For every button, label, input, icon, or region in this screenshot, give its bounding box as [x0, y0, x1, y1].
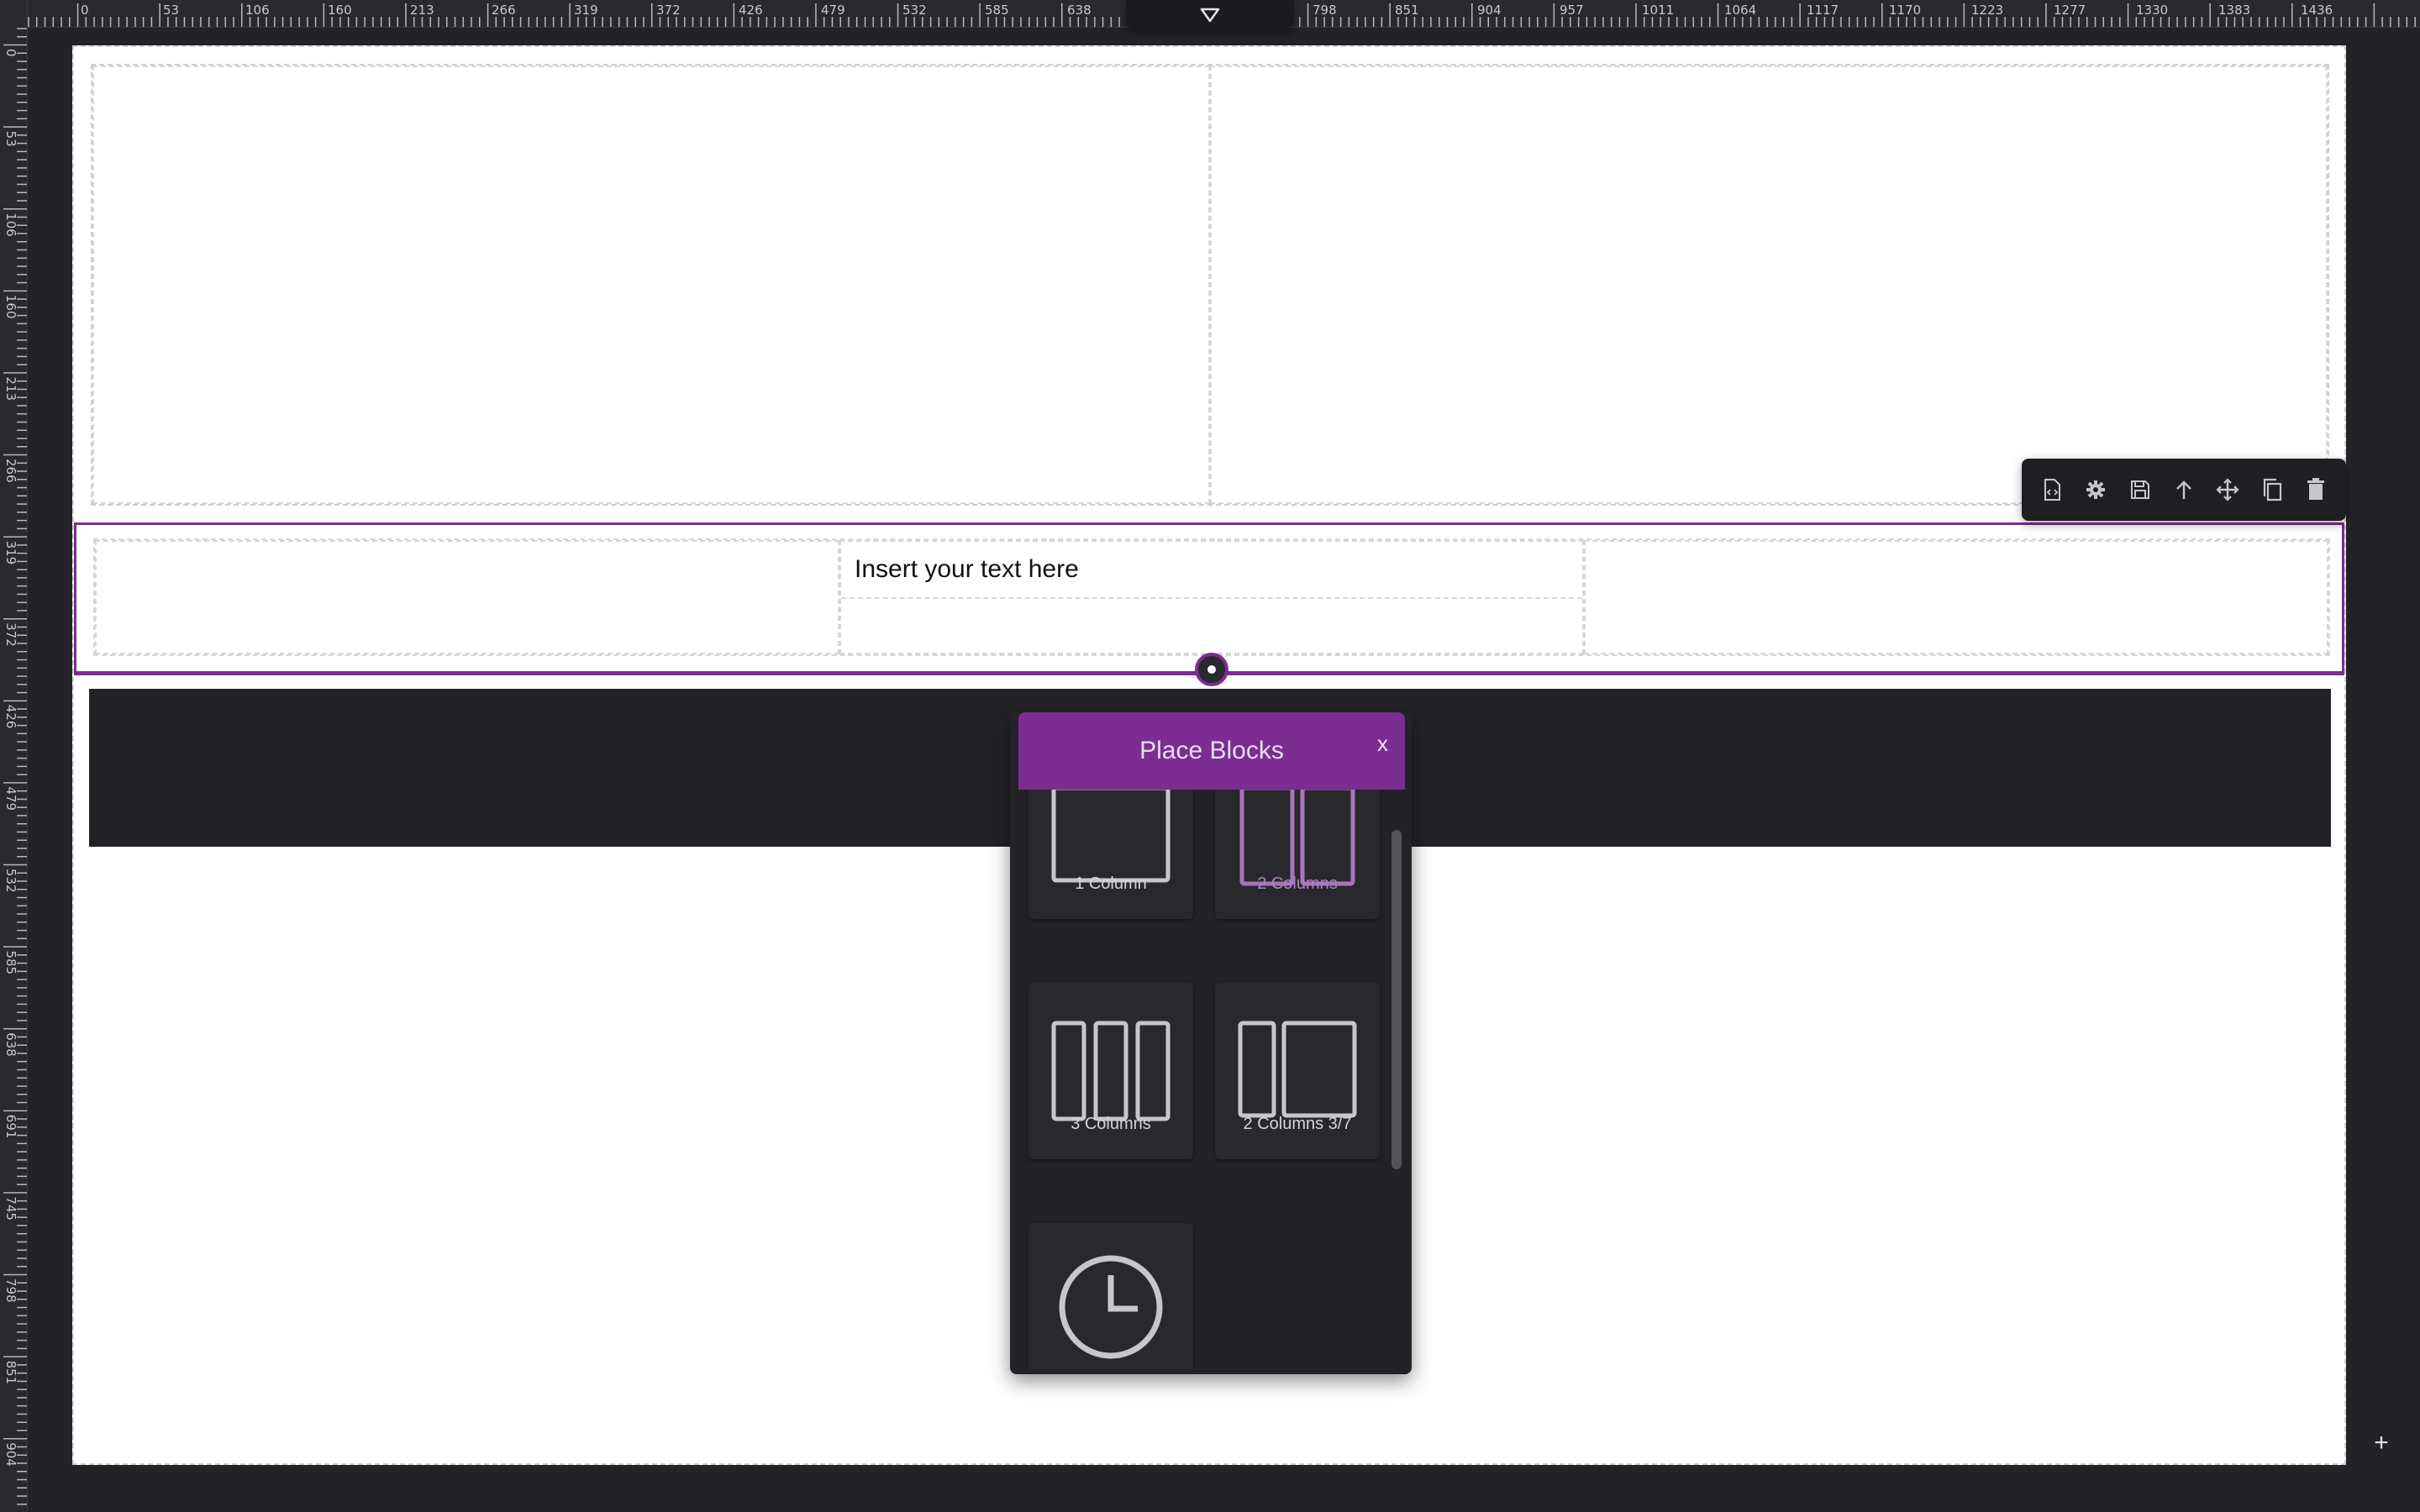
tile-label: 3 Columns — [1071, 1115, 1151, 1133]
ruler-label: 319 — [3, 541, 18, 565]
ruler-label: 798 — [3, 1278, 18, 1303]
ruler-label: 106 — [245, 3, 270, 18]
ruler-label: 638 — [1067, 3, 1092, 18]
move-up-button[interactable] — [2167, 473, 2201, 507]
place-blocks-modal: Place Blocks x 1 Column 2 Columns 3 Colu… — [1010, 712, 1412, 1374]
ruler-label: 1064 — [1724, 3, 1756, 18]
close-button[interactable]: x — [1377, 731, 1388, 757]
ruler-label: 479 — [821, 3, 845, 18]
ruler-label: 213 — [3, 376, 18, 401]
modal-title: Place Blocks — [1139, 737, 1284, 764]
left-ruler-ticks: 0 53 106 160 213 266 319 372 426 479 532 585 638 691 7… — [3, 28, 27, 1505]
tile-label: 2 Columns 3/7 — [1243, 1115, 1352, 1133]
gear-icon — [2086, 480, 2106, 499]
ruler-label: 319 — [574, 3, 598, 18]
one-column-icon — [1051, 790, 1171, 883]
ruler-label: 372 — [656, 3, 681, 18]
save-button[interactable] — [2123, 473, 2157, 507]
settings-button[interactable] — [2079, 473, 2112, 507]
block-tile-2-columns-3-7[interactable]: 2 Columns 3/7 — [1215, 983, 1380, 1159]
ruler-label: 691 — [3, 1115, 18, 1139]
ruler-label: 1011 — [1642, 3, 1674, 18]
text-block[interactable]: Insert your text here — [841, 542, 1582, 599]
code-icon — [2044, 479, 2061, 501]
ruler-label: 213 — [410, 3, 434, 18]
ruler-label: 160 — [3, 295, 18, 319]
drag-button[interactable] — [2211, 473, 2244, 507]
block-tile-2-columns[interactable]: 2 Columns — [1215, 790, 1380, 919]
ruler-label: 266 — [3, 459, 18, 483]
ruler-label: 745 — [3, 1196, 18, 1221]
copy-icon — [2263, 478, 2281, 501]
ruler-label: 1223 — [1971, 3, 2003, 18]
column-cell[interactable]: Insert your text here — [839, 540, 1584, 654]
ruler-label: 798 — [1313, 3, 1337, 18]
add-button[interactable]: + — [2366, 1428, 2396, 1458]
arrow-up-icon — [2176, 480, 2191, 499]
selected-row[interactable]: Insert your text here — [74, 522, 2344, 674]
two-column-row[interactable] — [91, 64, 2329, 506]
ruler-label: 957 — [1560, 3, 1584, 18]
column-cell[interactable] — [1584, 540, 2328, 654]
chevron-down-icon — [1200, 8, 1220, 23]
three-column-row[interactable]: Insert your text here — [93, 538, 2330, 656]
ruler-label: 1277 — [2054, 3, 2086, 18]
column-cell[interactable] — [1210, 66, 2328, 504]
block-tile-clock[interactable] — [1028, 1223, 1193, 1369]
modal-header: Place Blocks x — [1018, 712, 1405, 790]
ruler-label: 904 — [1477, 3, 1502, 18]
trash-icon — [2307, 478, 2324, 500]
ruler-label: 479 — [3, 786, 18, 811]
block-tile-1-column[interactable]: 1 Column — [1028, 790, 1193, 919]
block-toolbar — [2022, 459, 2346, 521]
ruler-label: 1383 — [2218, 3, 2250, 18]
ruler-label: 106 — [3, 213, 18, 237]
two-columns-icon — [1239, 790, 1355, 886]
left-ruler: 0 53 106 160 213 266 319 372 426 479 532 585 638 691 7… — [0, 0, 28, 1512]
block-tile-3-columns[interactable]: 3 Columns — [1028, 983, 1193, 1159]
ruler-label: 532 — [902, 3, 927, 18]
tile-label: 1 Column — [1075, 874, 1147, 893]
ruler-label: 1170 — [1889, 3, 1921, 18]
ruler-label: 372 — [3, 622, 18, 647]
code-button[interactable] — [2035, 473, 2069, 507]
ruler-label: 904 — [3, 1442, 18, 1467]
clock-icon — [1059, 1255, 1163, 1359]
ruler-label: 266 — [492, 3, 516, 18]
save-icon — [2130, 480, 2149, 499]
ruler-label: 1117 — [1807, 3, 1839, 18]
ruler-label: 851 — [3, 1361, 18, 1385]
ruler-label: 0 — [3, 49, 18, 57]
panel-toggle-button[interactable] — [1126, 0, 1294, 30]
ruler-label: 638 — [3, 1032, 18, 1057]
ruler-label: 532 — [3, 869, 18, 893]
ruler-label: 585 — [985, 3, 1009, 18]
column-cell[interactable] — [92, 66, 1210, 504]
ruler-label: 160 — [328, 3, 352, 18]
block-list: 1 Column 2 Columns 3 Columns 2 Columns 3… — [1018, 790, 1388, 1369]
tile-label: 2 Columns — [1257, 874, 1338, 893]
move-icon — [2216, 478, 2239, 501]
ruler-label: 426 — [739, 3, 763, 18]
insert-point-handle[interactable] — [1195, 653, 1228, 686]
modal-scrollbar[interactable] — [1392, 830, 1402, 1169]
ruler-label: 1436 — [2301, 3, 2333, 18]
ruler-label: 0 — [81, 3, 89, 18]
column-cell[interactable] — [95, 540, 839, 654]
ruler-label: 426 — [3, 705, 18, 729]
ruler-label: 851 — [1395, 3, 1419, 18]
ruler-label: 585 — [3, 951, 18, 975]
ruler-label: 53 — [3, 131, 18, 147]
delete-button[interactable] — [2299, 473, 2333, 507]
ruler-label: 1330 — [2136, 3, 2168, 18]
ruler-label: 53 — [163, 3, 179, 18]
duplicate-button[interactable] — [2255, 473, 2289, 507]
